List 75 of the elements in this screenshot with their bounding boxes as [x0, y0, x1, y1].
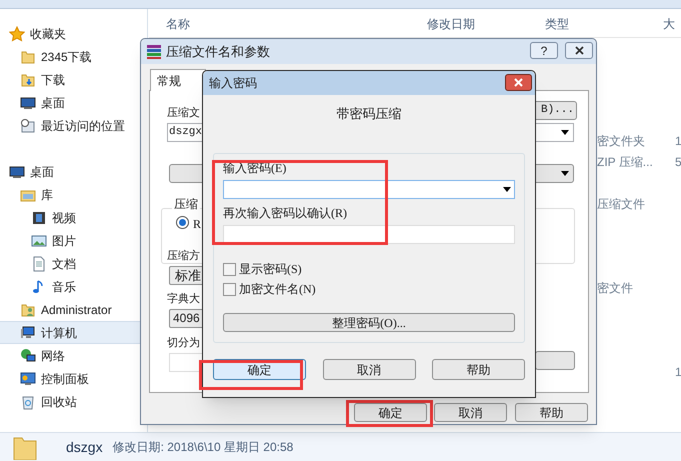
size-cell-text: 5 — [675, 154, 681, 170]
size-cell-text: 1 — [675, 132, 681, 150]
dialog-button[interactable]: 取消 — [434, 403, 507, 422]
field-label: 字典大 — [167, 292, 200, 307]
dropdown-arrow-icon — [503, 187, 511, 192]
radio-label: R — [193, 216, 202, 233]
checkbox-label: 加密文件名(N) — [239, 281, 316, 298]
field-label: 压缩方 — [167, 248, 200, 264]
dialog-button[interactable]: 取消 — [322, 359, 416, 380]
nav-item[interactable]: 桌面 — [0, 91, 147, 114]
dialog-button[interactable]: 帮助 — [432, 359, 525, 380]
help-button[interactable]: ? — [530, 42, 558, 59]
file-name: dszgx — [66, 438, 103, 457]
dialog-button[interactable]: 确定 — [354, 403, 427, 422]
control-panel-icon — [20, 370, 36, 386]
checkbox[interactable] — [223, 282, 236, 296]
nav-item[interactable]: 图片 — [0, 229, 147, 252]
recent-places-icon — [20, 118, 36, 134]
checkbox-label: 显示密码(S) — [239, 261, 302, 278]
field-label: 压缩文 — [167, 106, 200, 121]
size-cell-text: 1 — [675, 364, 681, 380]
folder-icon — [20, 48, 36, 64]
dialog-heading: 带密码压缩 — [336, 106, 402, 122]
document-icon — [31, 256, 47, 272]
type-cell-text: ZIP 压缩... — [597, 154, 653, 170]
film-icon — [31, 210, 47, 226]
field-label: 再次输入密码以确认(R) — [223, 205, 348, 221]
download-folder-icon — [20, 72, 36, 88]
nav-item[interactable]: 控制面板 — [0, 367, 147, 390]
recycle-bin-icon — [20, 394, 36, 410]
nav-item[interactable]: 桌面 — [0, 160, 147, 183]
type-cell-text: 密文件 — [597, 280, 633, 296]
column-header[interactable]: 名称 — [166, 14, 190, 32]
close-button[interactable] — [505, 74, 532, 91]
nav-item[interactable]: 最近访问的位置 — [0, 114, 147, 137]
nav-item[interactable]: 音乐 — [0, 275, 147, 298]
column-header[interactable]: 类型 — [545, 14, 569, 32]
nav-item[interactable]: 下载 — [0, 68, 147, 91]
type-cell-text: 密文件夹 — [597, 132, 645, 150]
window-title: 输入密码 — [209, 75, 257, 92]
radio-button[interactable] — [176, 216, 189, 229]
books-icon — [146, 44, 162, 60]
close-icon — [574, 46, 584, 55]
close-icon — [514, 78, 523, 87]
modified-date: 修改日期: 2018\6\10 星期日 20:58 — [112, 439, 294, 456]
user-folder-icon — [20, 302, 36, 318]
password-combo-field[interactable] — [223, 180, 515, 199]
nav-item[interactable]: 回收站 — [0, 390, 147, 413]
nav-item[interactable]: 网络 — [0, 344, 147, 367]
close-button[interactable] — [565, 42, 593, 59]
field-label: 切分为 — [167, 336, 200, 351]
nav-item[interactable]: 视频 — [0, 206, 147, 229]
checkbox[interactable] — [223, 262, 236, 276]
dropdown-arrow-icon — [561, 130, 569, 135]
column-header[interactable]: 大 — [663, 14, 675, 32]
tab[interactable]: 常规 — [150, 69, 206, 91]
type-cell-text: 压缩文件 — [597, 196, 645, 212]
dialog-button[interactable]: 帮助 — [515, 403, 588, 422]
column-header[interactable]: 修改日期 — [427, 14, 475, 32]
desktop-icon — [20, 94, 36, 110]
computer-icon — [20, 324, 36, 340]
nav-item[interactable]: 库 — [0, 183, 147, 206]
star-icon — [9, 26, 25, 42]
nav-item[interactable]: 文档 — [0, 252, 147, 275]
desktop-icon — [9, 164, 25, 180]
dropdown-arrow-icon — [561, 171, 569, 176]
nav-item[interactable]: 收藏夹 — [0, 22, 147, 45]
nav-item[interactable]: 2345下载 — [0, 45, 147, 68]
network-icon — [20, 348, 36, 364]
options-button[interactable] — [535, 351, 575, 370]
password-field[interactable] — [223, 225, 515, 244]
nav-item[interactable]: Administrator — [0, 298, 147, 321]
picture-icon — [31, 232, 47, 248]
window-title: 压缩文件名和参数 — [166, 42, 270, 61]
organize-passwords-button[interactable]: 整理密码(O)... — [223, 313, 515, 332]
